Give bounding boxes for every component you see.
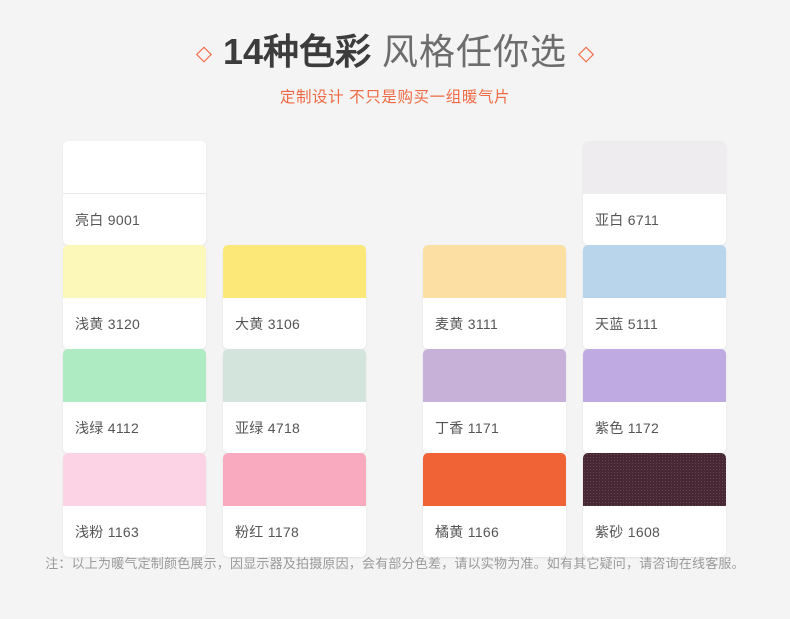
color-swatch: [223, 245, 366, 298]
color-swatch-placeholder: [223, 141, 366, 194]
color-card-label: 亮白 9001: [75, 211, 141, 228]
grid-gap-wide: [366, 141, 423, 245]
swatch-row: 浅绿 4112 亚绿 4718 丁香 1171 紫色 1172: [63, 349, 726, 453]
color-card[interactable]: 浅绿 4112: [63, 349, 206, 453]
color-card-label: 紫色 1172: [595, 419, 660, 436]
color-card[interactable]: 浅黄 3120: [63, 245, 206, 349]
color-swatch: [583, 245, 726, 298]
color-card-label: 浅黄 3120: [75, 315, 141, 332]
grid-gap: [206, 349, 223, 453]
page-title-strong: 14种色彩: [222, 31, 372, 72]
page-header: ◇ 14种色彩 风格任你选 ◇ 定制设计 不只是购买一组暖气片: [0, 0, 790, 107]
page-subtitle: 定制设计 不只是购买一组暖气片: [279, 89, 511, 106]
grid-gap-wide: [366, 349, 423, 453]
color-swatch: [63, 349, 206, 402]
grid-gap-wide: [366, 245, 423, 349]
color-card-label: 紫砂 1608: [595, 523, 661, 540]
swatch-row: 亮白 9001 亚白 6711: [63, 141, 726, 245]
color-card-label-placeholder: [223, 194, 366, 245]
color-card-label: 亚绿 4718: [235, 419, 301, 436]
color-card[interactable]: 丁香 1171: [423, 349, 566, 453]
color-card-label: 粉红 1178: [235, 523, 300, 540]
color-card-label: 丁香 1171: [435, 419, 500, 436]
color-card-label-placeholder: [423, 194, 566, 245]
color-card[interactable]: 亚绿 4718: [223, 349, 366, 453]
color-card[interactable]: 浅粉 1163: [63, 453, 206, 557]
grid-gap: [206, 245, 223, 349]
color-card-label: 大黄 3106: [235, 315, 301, 332]
color-card[interactable]: 天蓝 5111: [583, 245, 726, 349]
color-card[interactable]: 麦黄 3111: [423, 245, 566, 349]
swatch-row: 浅粉 1163 粉红 1178 橘黄 1166 紫砂 1608: [63, 453, 726, 557]
grid-gap-wide: [366, 453, 423, 557]
color-swatch: [583, 141, 726, 194]
grid-gap: [566, 141, 583, 245]
disclaimer-note: 注：以上为暖气定制颜色展示，因显示器及拍摄原因，会有部分色差，请以实物为准。如有…: [45, 556, 745, 571]
color-swatch: [223, 349, 366, 402]
page-title: ◇ 14种色彩 风格任你选 ◇: [0, 30, 790, 74]
color-swatch-grid: 亮白 9001 亚白 6711 浅黄 3120 大黄 3106 麦黄 3111 …: [63, 141, 726, 557]
grid-gap: [566, 349, 583, 453]
color-card-placeholder: [223, 141, 366, 245]
color-card[interactable]: 橘黄 1166: [423, 453, 566, 557]
color-card-label: 浅粉 1163: [75, 523, 140, 540]
diamond-right-icon: ◇: [578, 41, 595, 65]
color-card[interactable]: 紫色 1172: [583, 349, 726, 453]
color-card[interactable]: 紫砂 1608: [583, 453, 726, 557]
grid-gap: [206, 141, 223, 245]
color-swatch: [63, 245, 206, 298]
swatch-row: 浅黄 3120 大黄 3106 麦黄 3111 天蓝 5111: [63, 245, 726, 349]
color-swatch: [583, 453, 726, 506]
grid-gap: [566, 245, 583, 349]
color-card-label: 天蓝 5111: [595, 315, 659, 332]
color-card[interactable]: 粉红 1178: [223, 453, 366, 557]
color-card-label: 麦黄 3111: [435, 315, 499, 332]
color-card[interactable]: 大黄 3106: [223, 245, 366, 349]
diamond-left-icon: ◇: [195, 41, 212, 65]
color-card-label: 亚白 6711: [595, 211, 660, 228]
color-swatch: [583, 349, 726, 402]
color-swatch: [423, 245, 566, 298]
color-card[interactable]: 亚白 6711: [583, 141, 726, 245]
grid-gap: [566, 453, 583, 557]
color-card-placeholder: [423, 141, 566, 245]
page-title-light: 风格任你选: [382, 31, 568, 72]
grid-gap: [206, 453, 223, 557]
color-swatch: [223, 453, 366, 506]
color-card-label: 橘黄 1166: [435, 523, 500, 540]
color-swatch: [63, 141, 206, 194]
color-swatch: [423, 349, 566, 402]
color-swatch: [423, 453, 566, 506]
color-swatch-placeholder: [423, 141, 566, 194]
color-card[interactable]: 亮白 9001: [63, 141, 206, 245]
color-swatch: [63, 453, 206, 506]
color-card-label: 浅绿 4112: [75, 419, 140, 436]
